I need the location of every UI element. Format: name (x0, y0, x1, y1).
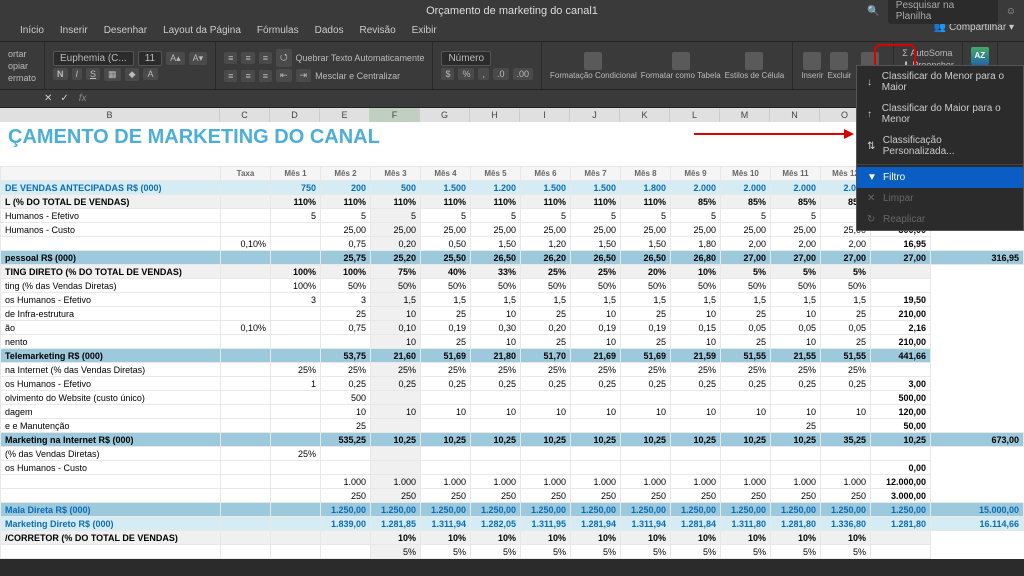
sort-filter-button[interactable]: AZ (971, 47, 989, 65)
cell-styles-button[interactable]: Estilos de Célula (725, 52, 785, 80)
arrow-annotation (694, 127, 854, 141)
col-header-D[interactable]: D (270, 108, 320, 122)
number-group: Número $ % , .0 .00 (433, 42, 542, 89)
percent-button[interactable]: % (458, 68, 474, 80)
search-box[interactable]: Pesquisar na Planilha (888, 0, 998, 24)
tab-exibir[interactable]: Exibir (412, 22, 437, 41)
col-header-J[interactable]: J (570, 108, 620, 122)
indent-dec[interactable]: ⇤ (276, 69, 292, 82)
cut-button[interactable]: ortar (8, 49, 36, 59)
filter-item[interactable]: ▼Filtro (857, 167, 1023, 188)
sort-desc-item[interactable]: ↑Classificar do Maior para o Menor (857, 98, 1023, 130)
col-header-K[interactable]: K (620, 108, 670, 122)
border-button[interactable]: ▦ (104, 68, 121, 81)
col-header-E[interactable]: E (320, 108, 370, 122)
comma-button[interactable]: , (478, 68, 489, 80)
smiley-icon[interactable]: ☺ (1006, 6, 1016, 17)
underline-button[interactable]: S (86, 68, 100, 80)
confirm-icon[interactable]: ✓ (56, 93, 72, 104)
funnel-icon: ▼ (867, 172, 877, 183)
col-header-F[interactable]: F (370, 108, 420, 122)
styles-group: Formatação Condicional Formatar como Tab… (542, 42, 793, 89)
col-header-M[interactable]: M (720, 108, 770, 122)
clipboard-group: ortar opiar ermato (0, 42, 45, 89)
col-header-C[interactable]: C (220, 108, 270, 122)
align-bot[interactable]: ≡ (259, 52, 272, 64)
copy-button[interactable]: opiar (8, 61, 36, 71)
format-table-button[interactable]: Formatar como Tabela (641, 52, 721, 80)
increase-font-button[interactable]: A▴ (166, 52, 185, 65)
align-top[interactable]: ≡ (224, 52, 237, 64)
currency-button[interactable]: $ (441, 68, 454, 80)
align-left[interactable]: ≡ (224, 70, 237, 82)
sort-custom-item[interactable]: ⇅Classificação Personalizada... (857, 130, 1023, 162)
font-color-button[interactable]: A (143, 68, 157, 80)
share-button[interactable]: 👥 Compartilhar ▾ (934, 22, 1024, 41)
reapply-item[interactable]: ↻Reaplicar (857, 209, 1023, 230)
cond-format-button[interactable]: Formatação Condicional (550, 52, 637, 80)
doc-title: Orçamento de marketing do canal1 (426, 5, 598, 17)
font-select[interactable]: Euphemia (C... (53, 51, 134, 66)
col-header-H[interactable]: H (470, 108, 520, 122)
decrease-font-button[interactable]: A▾ (189, 52, 208, 65)
col-header-I[interactable]: I (520, 108, 570, 122)
font-group: Euphemia (C... 11 A▴ A▾ N I S ▦ ◆ A (45, 42, 216, 89)
tab-layout[interactable]: Layout da Página (163, 22, 241, 41)
col-header-N[interactable]: N (770, 108, 820, 122)
indent-inc[interactable]: ⇥ (296, 69, 312, 82)
align-group: ≡ ≡ ≡ ⭯ Quebrar Texto Automaticamente ≡ … (216, 42, 433, 89)
orient-button[interactable]: ⭯ (276, 49, 292, 67)
col-header-L[interactable]: L (670, 108, 720, 122)
tab-dados[interactable]: Dados (315, 22, 344, 41)
align-center[interactable]: ≡ (241, 70, 254, 82)
tab-revisao[interactable]: Revisão (360, 22, 396, 41)
fill-color-button[interactable]: ◆ (125, 68, 140, 81)
italic-button[interactable]: I (72, 68, 83, 80)
delete-button[interactable]: Excluir (827, 52, 851, 80)
formatpainter-button[interactable]: ermato (8, 73, 36, 83)
clear-filter-item[interactable]: ✕Limpar (857, 188, 1023, 209)
merge-button[interactable]: Mesclar e Centralizar (315, 71, 400, 81)
search-icon: 🔍 (867, 6, 879, 17)
fontsize-select[interactable]: 11 (138, 51, 162, 66)
tab-formulas[interactable]: Fórmulas (257, 22, 299, 41)
dec-dec-button[interactable]: .00 (513, 68, 534, 80)
titlebar: Orçamento de marketing do canal1 🔍 Pesqu… (0, 0, 1024, 22)
fx-label[interactable]: fx (73, 93, 93, 104)
bold-button[interactable]: N (53, 68, 68, 80)
tab-inserir[interactable]: Inserir (60, 22, 88, 41)
insert-button[interactable]: Inserir (801, 52, 823, 80)
col-header-G[interactable]: G (420, 108, 470, 122)
cancel-icon[interactable]: ✕ (40, 93, 56, 104)
sort-filter-dropdown: ↓Classificar do Menor para o Maior ↑Clas… (856, 65, 1024, 231)
sort-asc-item[interactable]: ↓Classificar do Menor para o Maior (857, 66, 1023, 98)
tab-inicio[interactable]: Início (20, 22, 44, 41)
align-mid[interactable]: ≡ (241, 52, 254, 64)
col-header-B[interactable]: B (0, 108, 220, 122)
tab-desenhar[interactable]: Desenhar (104, 22, 147, 41)
align-right[interactable]: ≡ (259, 70, 272, 82)
ribbon-tabs: Início Inserir Desenhar Layout da Página… (0, 22, 1024, 42)
numformat-select[interactable]: Número (441, 51, 491, 66)
wrap-text-button[interactable]: Quebrar Texto Automaticamente (296, 53, 425, 63)
inc-dec-button[interactable]: .0 (493, 68, 509, 80)
